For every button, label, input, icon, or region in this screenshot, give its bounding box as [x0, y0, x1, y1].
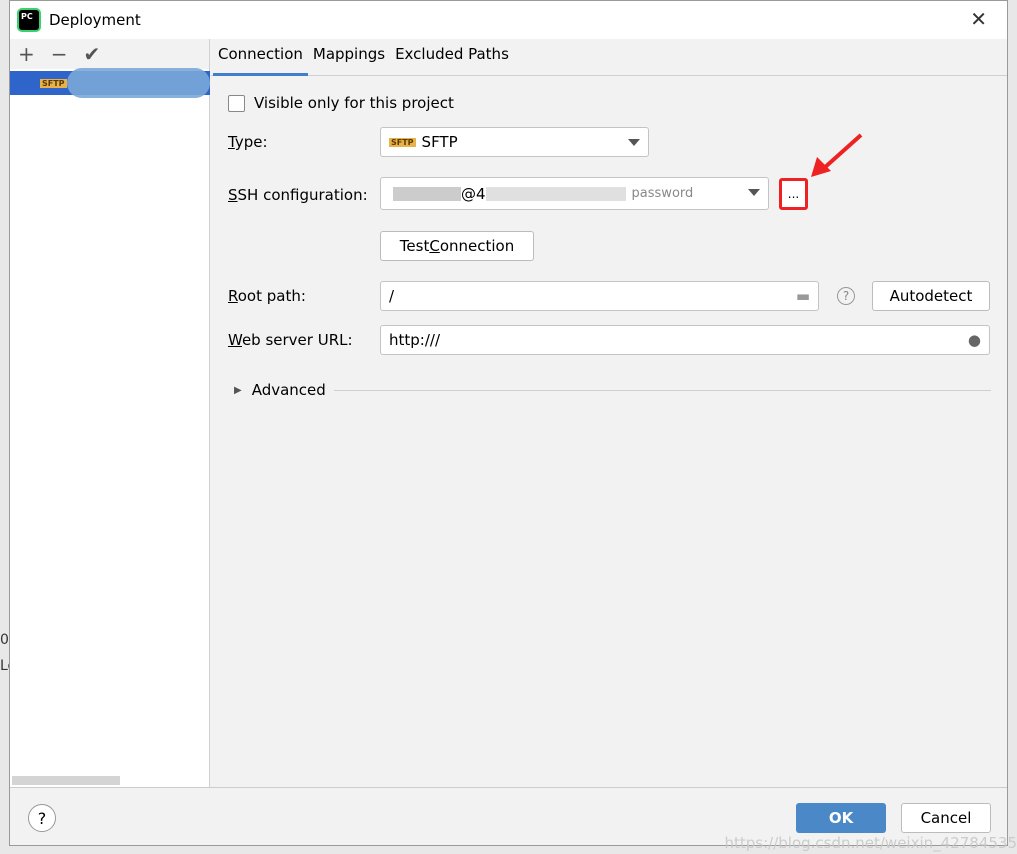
web-server-url-value: http:///	[389, 331, 441, 349]
tab-bar: Connection Mappings Excluded Paths	[211, 39, 1007, 76]
type-value: SFTP	[421, 133, 458, 151]
visible-only-row[interactable]: Visible only for this project	[228, 94, 454, 112]
redacted-user	[393, 186, 461, 201]
help-button[interactable]: ?	[28, 804, 56, 832]
ssh-config-label: SSH configuration:	[228, 186, 368, 204]
sftp-icon: SFTP	[40, 78, 67, 88]
type-select[interactable]: SFTP SFTP	[380, 127, 649, 157]
left-toolbar: + − ✔	[10, 39, 209, 69]
apply-icon[interactable]: ✔	[84, 42, 101, 66]
type-label: Type:	[228, 133, 268, 151]
advanced-section-toggle[interactable]: ▶ Advanced	[234, 381, 991, 399]
remove-icon[interactable]: −	[51, 42, 68, 66]
help-icon[interactable]: ?	[837, 287, 855, 305]
redacted-host	[485, 186, 626, 201]
red-arrow-annotation	[811, 133, 863, 177]
settings-panel: Connection Mappings Excluded Paths Visib…	[211, 39, 1007, 787]
test-connection-button[interactable]: Test Connection	[380, 231, 534, 261]
ssh-config-browse-button[interactable]: ...	[779, 178, 808, 210]
advanced-label: Advanced	[251, 381, 326, 399]
cancel-button[interactable]: Cancel	[901, 803, 991, 833]
expand-arrow-icon: ▶	[234, 384, 242, 396]
tab-excluded-paths[interactable]: Excluded Paths	[390, 39, 514, 76]
server-list-panel: + − ✔ SFTP	[10, 39, 210, 787]
visible-only-label: Visible only for this project	[254, 94, 454, 112]
autodetect-button[interactable]: Autodetect	[872, 281, 990, 311]
tab-connection[interactable]: Connection	[213, 39, 308, 76]
root-path-input[interactable]: / ▬	[380, 281, 819, 311]
close-button[interactable]: ✕	[970, 7, 987, 31]
folder-icon[interactable]: ▬	[796, 287, 810, 305]
window-title: Deployment	[49, 11, 141, 29]
ssh-auth-type: password	[631, 186, 694, 201]
pycharm-logo-icon: PC	[19, 10, 39, 30]
title-bar: PC Deployment ✕	[10, 1, 1007, 39]
globe-icon[interactable]: ●	[968, 331, 981, 349]
web-server-url-input[interactable]: http:/// ●	[380, 325, 990, 355]
add-icon[interactable]: +	[18, 42, 35, 66]
ssh-config-select[interactable]: @4 password	[380, 177, 769, 210]
ssh-host-partial: @4	[461, 184, 486, 203]
deployment-dialog: PC Deployment ✕ + − ✔ SFTP Connection Ma…	[9, 0, 1008, 846]
redacted-server-name	[66, 68, 210, 98]
ok-button[interactable]: OK	[796, 803, 886, 833]
root-path-label: Root path:	[228, 287, 306, 305]
horizontal-scrollbar[interactable]	[12, 776, 120, 785]
sftp-icon: SFTP	[389, 137, 416, 147]
watermark: https://blog.csdn.net/weixin_42784535	[724, 834, 1017, 852]
chevron-down-icon	[748, 189, 760, 196]
divider	[333, 389, 991, 391]
web-server-url-label: Web server URL:	[228, 331, 353, 349]
root-path-value: /	[389, 287, 395, 305]
tab-mappings[interactable]: Mappings	[308, 39, 390, 76]
visible-only-checkbox[interactable]	[228, 94, 245, 112]
server-list-item[interactable]: SFTP	[10, 68, 210, 98]
chevron-down-icon	[628, 139, 640, 146]
